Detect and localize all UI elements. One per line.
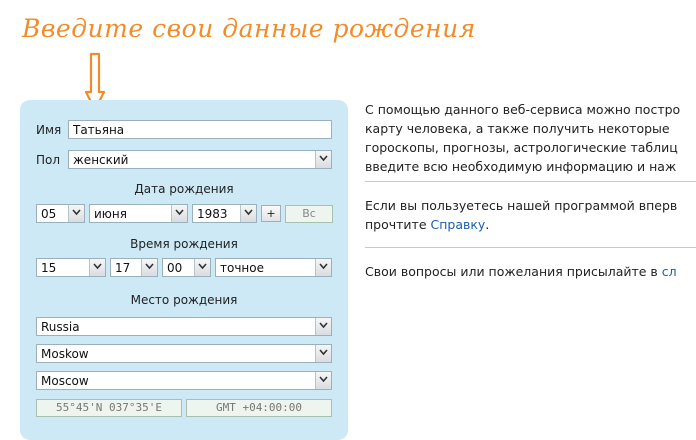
gender-value: женский: [73, 153, 129, 167]
chevron-down-icon[interactable]: [315, 318, 331, 335]
year-select[interactable]: 1983: [192, 204, 257, 223]
chevron-down-icon[interactable]: [315, 345, 331, 362]
region-select[interactable]: Moskow: [36, 344, 332, 363]
contact-note: Свои вопросы или пожелания присылайте в …: [365, 262, 696, 281]
help-link[interactable]: Справку: [431, 217, 486, 232]
month-value: июня: [94, 207, 127, 221]
hour-select[interactable]: 15: [36, 258, 106, 277]
chevron-down-icon[interactable]: [315, 259, 331, 276]
chevron-down-icon[interactable]: [315, 151, 331, 168]
country-select[interactable]: Russia: [36, 317, 332, 336]
year-value: 1983: [197, 207, 228, 221]
birth-place-title: Место рождения: [130, 293, 238, 307]
bc-button[interactable]: Вс: [285, 205, 333, 223]
add-year-button[interactable]: +: [261, 205, 281, 222]
intro-line-1: С помощью данного веб-сервиса можно пост…: [365, 102, 681, 117]
divider: [365, 247, 696, 248]
second-value: 00: [167, 261, 183, 275]
name-input[interactable]: [68, 120, 332, 139]
info-panel: С помощью данного веб-сервиса можно пост…: [365, 100, 696, 176]
hour-value: 15: [41, 261, 57, 275]
contact-link[interactable]: сл: [662, 264, 677, 279]
chevron-down-icon[interactable]: [89, 259, 105, 276]
city-value: Moscow: [41, 374, 89, 388]
intro-line-4: введите всю необходимую информацию и наж: [365, 159, 677, 174]
city-select[interactable]: Moscow: [36, 371, 332, 390]
chevron-down-icon[interactable]: [171, 205, 187, 222]
day-select[interactable]: 05: [36, 204, 85, 223]
time-accuracy-value: точное: [220, 261, 264, 275]
time-accuracy-select[interactable]: точное: [215, 258, 332, 277]
minute-select[interactable]: 17: [110, 258, 158, 277]
country-value: Russia: [41, 320, 80, 334]
contact-text: Свои вопросы или пожелания присылайте в: [365, 264, 662, 279]
timezone-field: GMT +04:00:00: [186, 399, 332, 417]
chevron-down-icon[interactable]: [315, 372, 331, 389]
region-value: Moskow: [41, 347, 89, 361]
birth-date-title: Дата рождения: [134, 182, 234, 196]
help-line-1: Если вы пользуетесь нашей программой впе…: [365, 198, 678, 213]
annotation-text: Введите свои данные рождения: [22, 14, 476, 43]
month-select[interactable]: июня: [89, 204, 188, 223]
chevron-down-icon[interactable]: [240, 205, 256, 222]
gender-select[interactable]: женский: [68, 150, 332, 169]
help-line-2: прочтите Справку.: [365, 215, 696, 234]
second-select[interactable]: 00: [162, 258, 211, 277]
help-suffix: .: [485, 217, 490, 232]
birth-time-title: Время рождения: [130, 237, 238, 251]
divider: [365, 181, 696, 182]
chevron-down-icon[interactable]: [68, 205, 84, 222]
day-value: 05: [41, 207, 57, 221]
intro-line-3: гороскопы, прогнозы, астрологические таб…: [365, 140, 678, 155]
intro-line-2: карту человека, а также получить некотор…: [365, 121, 670, 136]
chevron-down-icon[interactable]: [194, 259, 210, 276]
gender-label: Пол: [36, 153, 61, 167]
coordinates-field: 55°45'N 037°35'E: [36, 399, 182, 417]
name-label: Имя: [36, 123, 62, 137]
chevron-down-icon[interactable]: [141, 259, 157, 276]
contact-line: Свои вопросы или пожелания присылайте в …: [365, 262, 696, 281]
help-note: Если вы пользуетесь нашей программой впе…: [365, 196, 696, 234]
help-prefix: прочтите: [365, 217, 431, 232]
minute-value: 17: [115, 261, 131, 275]
